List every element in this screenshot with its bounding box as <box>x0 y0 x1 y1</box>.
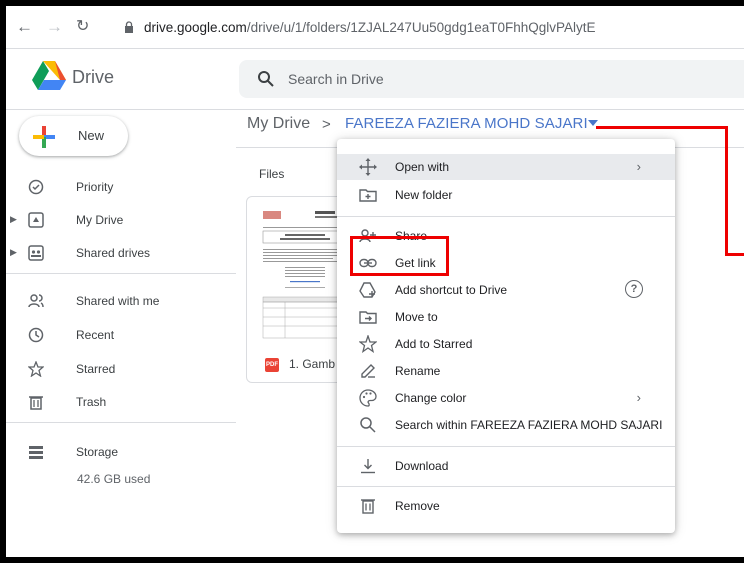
forward-icon[interactable]: → <box>46 18 63 36</box>
file-name: 1. Gamb <box>289 357 336 371</box>
move-to-icon <box>359 311 377 324</box>
open-with-icon <box>359 158 377 176</box>
recent-icon <box>28 327 44 343</box>
search-input[interactable]: Search in Drive <box>288 71 384 87</box>
menu-item-label: Download <box>395 459 449 473</box>
menu-item-download[interactable]: Download <box>337 453 675 479</box>
sidebar-item-starred[interactable]: Starred <box>6 353 236 385</box>
menu-separator <box>337 216 675 217</box>
menu-item-label: Move to <box>395 310 438 324</box>
add-shortcut-icon <box>359 282 376 298</box>
plus-icon <box>33 126 55 148</box>
menu-item-change-color[interactable]: Change color › <box>337 385 675 411</box>
annotation-highlight-box <box>350 236 449 276</box>
menu-item-label: Search within FAREEZA FAZIERA MOHD SAJAR… <box>395 418 663 432</box>
menu-item-label: Rename <box>395 364 441 378</box>
sidebar-item-label: Recent <box>76 328 115 342</box>
new-button[interactable]: New <box>19 116 128 156</box>
menu-item-remove[interactable]: Remove <box>337 493 675 519</box>
sidebar-item-storage[interactable]: Storage <box>6 436 236 468</box>
annotation-line <box>725 253 744 256</box>
rename-icon <box>361 364 375 378</box>
annotation-line <box>725 126 728 256</box>
priority-icon <box>28 179 44 195</box>
file-name-row: PDF 1. Gamb <box>265 357 335 372</box>
annotation-line <box>596 126 728 129</box>
context-menu: Open with › New folder Share Get link Ad… <box>337 139 675 533</box>
menu-item-label: Add to Starred <box>395 337 473 351</box>
search-bar[interactable]: Search in Drive <box>239 60 744 98</box>
star-outline-icon <box>359 335 377 353</box>
palette-icon <box>359 389 377 407</box>
reload-icon[interactable]: ↻ <box>76 18 89 36</box>
browser-toolbar: ← → ↻ drive.google.com/drive/u/1/folders… <box>6 6 744 49</box>
download-icon <box>361 459 375 474</box>
trash-icon <box>29 396 43 410</box>
lock-icon <box>125 21 133 33</box>
menu-separator <box>337 446 675 447</box>
menu-item-add-shortcut[interactable]: Add shortcut to Drive ? <box>337 277 675 303</box>
app-title[interactable]: Drive <box>72 67 114 88</box>
my-drive-icon <box>28 212 44 228</box>
pdf-icon: PDF <box>265 357 279 372</box>
breadcrumb-separator: > <box>322 116 331 133</box>
chevron-right-icon: › <box>636 159 641 174</box>
sidebar-item-recent[interactable]: Recent <box>6 319 236 351</box>
sidebar-item-priority[interactable]: Priority <box>6 171 236 203</box>
search-icon[interactable] <box>257 70 275 88</box>
menu-item-label: Add shortcut to Drive <box>395 283 508 297</box>
address-bar[interactable]: drive.google.com/drive/u/1/folders/1ZJAL… <box>124 16 596 38</box>
expand-icon[interactable]: ▶ <box>10 214 17 225</box>
sidebar-item-trash[interactable]: Trash <box>6 386 236 418</box>
menu-item-label: Remove <box>395 499 440 513</box>
sidebar-item-my-drive[interactable]: ▶ My Drive <box>6 204 236 236</box>
help-icon[interactable]: ? <box>625 280 643 298</box>
expand-icon[interactable]: ▶ <box>10 247 17 258</box>
files-section-label: Files <box>259 167 285 181</box>
menu-item-label: Open with <box>395 160 450 174</box>
sidebar-divider <box>6 273 236 274</box>
sidebar-item-label: My Drive <box>76 213 124 227</box>
new-folder-icon <box>359 189 377 202</box>
screen-frame: ← → ↻ drive.google.com/drive/u/1/folders… <box>6 6 744 557</box>
menu-separator <box>337 486 675 487</box>
menu-item-search-within[interactable]: Search within FAREEZA FAZIERA MOHD SAJAR… <box>337 412 675 438</box>
storage-used-text: 42.6 GB used <box>77 472 151 486</box>
breadcrumb-my-drive[interactable]: My Drive <box>247 115 310 133</box>
search-icon <box>360 417 376 433</box>
drive-header: Drive Search in Drive <box>6 49 744 110</box>
sidebar-divider <box>6 422 236 423</box>
sidebar-item-label: Trash <box>76 395 107 409</box>
new-button-label: New <box>78 128 105 143</box>
menu-item-move-to[interactable]: Move to <box>337 304 675 330</box>
menu-item-label: Change color <box>395 391 467 405</box>
url-path: /drive/u/1/folders/1ZJAL247Uu50gdg1eaT0F… <box>246 19 596 35</box>
chevron-right-icon: › <box>636 390 641 405</box>
star-icon <box>28 361 44 377</box>
shared-drives-icon <box>28 245 44 261</box>
sidebar-item-label: Shared drives <box>76 246 151 260</box>
shared-with-me-icon <box>28 294 44 308</box>
sidebar-item-shared-with-me[interactable]: Shared with me <box>6 285 236 317</box>
sidebar-item-label: Priority <box>76 180 114 194</box>
drive-logo-icon[interactable] <box>32 61 66 91</box>
trash-icon <box>361 499 375 514</box>
storage-icon <box>29 446 43 459</box>
menu-item-label: New folder <box>395 188 453 202</box>
sidebar-item-label: Shared with me <box>76 294 160 308</box>
menu-item-rename[interactable]: Rename <box>337 358 675 384</box>
sidebar-item-shared-drives[interactable]: ▶ Shared drives <box>6 237 236 269</box>
back-icon[interactable]: ← <box>16 18 33 36</box>
sidebar-item-label: Storage <box>76 445 119 459</box>
menu-item-open-with[interactable]: Open with › <box>337 154 675 180</box>
menu-item-add-to-starred[interactable]: Add to Starred <box>337 331 675 357</box>
breadcrumb-current-folder[interactable]: FAREEZA FAZIERA MOHD SAJARI <box>345 115 588 132</box>
url-host: drive.google.com <box>144 19 247 35</box>
sidebar-item-label: Starred <box>76 362 116 376</box>
menu-item-new-folder[interactable]: New folder <box>337 182 675 208</box>
